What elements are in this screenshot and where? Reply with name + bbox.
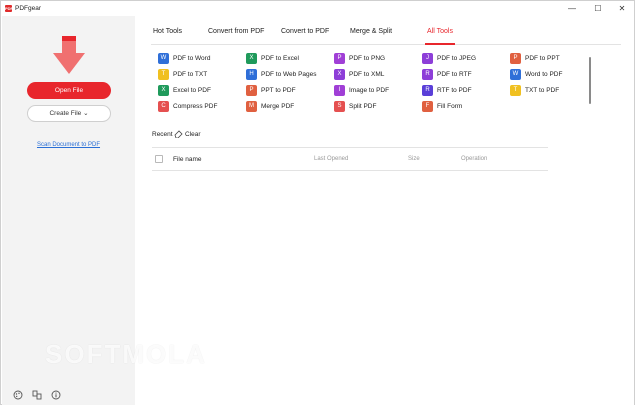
tool-icon: S (334, 101, 345, 112)
tool-icon: M (246, 101, 257, 112)
tool-icon: H (246, 69, 257, 80)
column-size[interactable]: Size (408, 156, 420, 162)
tool-icon: T (158, 69, 169, 80)
tool-label: PDF to JPEG (437, 55, 477, 62)
minimize-button[interactable]: — (561, 3, 583, 14)
tool-label: Word to PDF (525, 71, 563, 78)
tool-tabs: Hot Tools Convert from PDF Convert to PD… (151, 26, 621, 45)
tool-label: Compress PDF (173, 103, 218, 110)
eraser-icon[interactable] (174, 130, 183, 140)
tool-label: PDF to PNG (349, 55, 386, 62)
tab-convert-from-pdf[interactable]: Convert from PDF (208, 28, 264, 35)
app-title: PDFgear (15, 5, 42, 12)
column-last-opened[interactable]: Last Opened (314, 156, 348, 162)
tool-label: RTF to PDF (437, 87, 472, 94)
tool-icon: T (510, 85, 521, 96)
tool-label: PDF to RTF (437, 71, 472, 78)
column-file-name[interactable]: File name (173, 156, 202, 163)
download-arrow-icon (53, 36, 85, 74)
tool-icon: P (334, 53, 345, 64)
tool-icon: P (510, 53, 521, 64)
table-header: File name Last Opened Size Operation (152, 147, 548, 171)
tab-convert-to-pdf[interactable]: Convert to PDF (281, 28, 329, 35)
recent-label: Recent (152, 131, 173, 138)
title-bar: PDF PDFgear — ☐ ✕ (1, 1, 634, 16)
tool-label: PDF to PPT (525, 55, 560, 62)
app-window: PDF PDFgear — ☐ ✕ Open File Create File … (0, 0, 635, 405)
tool-label: PDF to Web Pages (261, 71, 317, 78)
open-file-button[interactable]: Open File (27, 82, 111, 99)
tab-merge-split[interactable]: Merge & Split (350, 28, 392, 35)
create-file-button[interactable]: Create File ⌄ (27, 105, 111, 122)
maximize-button[interactable]: ☐ (587, 3, 609, 14)
main-panel: Hot Tools Convert from PDF Convert to PD… (135, 16, 634, 405)
tool-icon: X (334, 69, 345, 80)
tool-label: PDF to Word (173, 55, 211, 62)
watermark: SOFTMOLA (45, 339, 207, 369)
tool-icon: J (422, 53, 433, 64)
tool-icon: X (158, 85, 169, 96)
tool-label: Split PDF (349, 103, 377, 110)
tool-label: Image to PDF (349, 87, 390, 94)
tool-label: Fill Form (437, 103, 463, 110)
tool-label: Excel to PDF (173, 87, 211, 94)
clear-button[interactable]: Clear (185, 131, 201, 138)
scan-document-link[interactable]: Scan Document to PDF (2, 142, 135, 148)
app-logo-icon: PDF (5, 5, 13, 12)
tool-label: PDF to TXT (173, 71, 208, 78)
tool-label: PDF to Excel (261, 55, 299, 62)
tool-label: PDF to XML (349, 71, 385, 78)
tool-icon: I (334, 85, 345, 96)
active-tab-indicator (425, 43, 455, 45)
tool-icon: F (422, 101, 433, 112)
palette-icon[interactable] (13, 390, 23, 400)
tool-label: Merge PDF (261, 103, 295, 110)
scrollbar[interactable] (589, 57, 591, 104)
tool-label: TXT to PDF (525, 87, 560, 94)
tool-icon: R (422, 69, 433, 80)
tab-all-tools[interactable]: All Tools (427, 28, 453, 35)
tool-icon: W (158, 53, 169, 64)
tool-icon: P (246, 85, 257, 96)
tool-icon: R (422, 85, 433, 96)
tool-label: PPT to PDF (261, 87, 296, 94)
close-button[interactable]: ✕ (611, 3, 633, 14)
tool-icon: C (158, 101, 169, 112)
tab-hot-tools[interactable]: Hot Tools (153, 28, 182, 35)
convert-icon[interactable] (32, 390, 42, 400)
column-operation: Operation (461, 156, 488, 162)
info-icon[interactable] (51, 390, 61, 400)
select-all-checkbox[interactable] (155, 155, 163, 163)
tool-icon: X (246, 53, 257, 64)
tool-icon: W (510, 69, 521, 80)
